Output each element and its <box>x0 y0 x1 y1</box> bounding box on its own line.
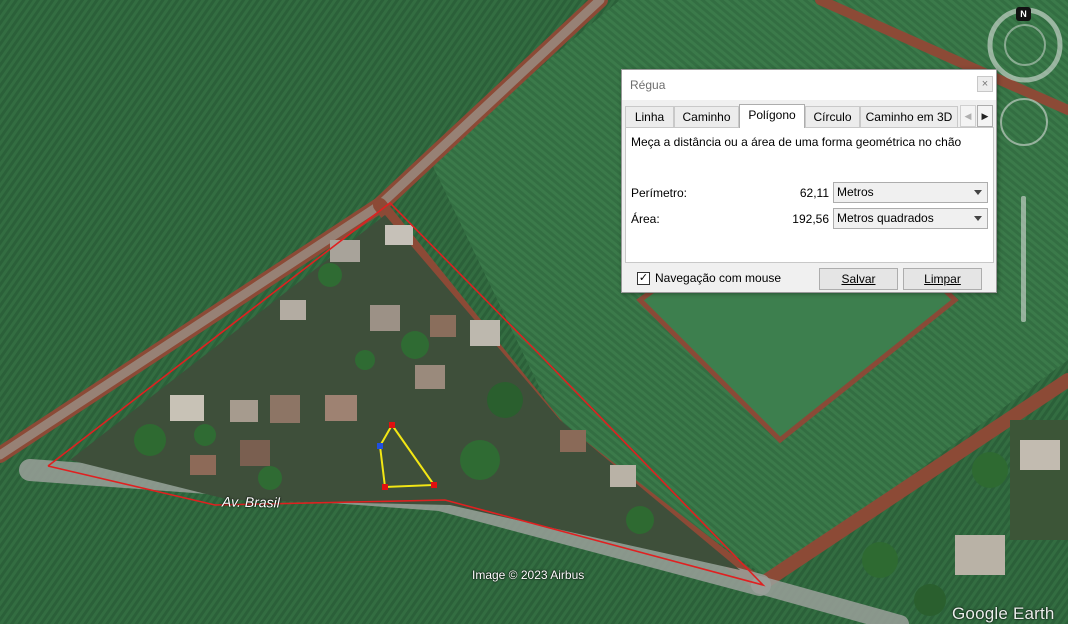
compass-north-indicator[interactable]: N <box>1016 7 1031 21</box>
dialog-title: Régua <box>630 78 666 92</box>
mouse-navigation-label: Navegação com mouse <box>655 271 782 285</box>
google-earth-logo: Google Earth <box>952 604 1055 623</box>
imagery-attribution: Image © 2023 Airbus <box>472 568 585 582</box>
area-value: 192,56 <box>792 212 829 226</box>
area-unit-select[interactable]: Metros quadrados <box>833 208 988 229</box>
close-button[interactable]: × <box>977 76 993 92</box>
polygon-panel: Meça a distância ou a área de uma forma … <box>625 127 994 263</box>
perimeter-value: 62,11 <box>799 186 829 200</box>
mouse-navigation-checkbox[interactable]: ✓ <box>637 271 650 285</box>
perimeter-unit-value: Metros <box>837 185 874 199</box>
tab-circulo[interactable]: Círculo <box>805 106 860 127</box>
clear-button[interactable]: Limpar <box>903 268 982 290</box>
tab-linha[interactable]: Linha <box>625 106 674 127</box>
street-label: Av. Brasil <box>221 493 280 511</box>
tab-caminho[interactable]: Caminho <box>674 106 739 127</box>
tab-poligono[interactable]: Polígono <box>739 104 805 128</box>
save-button[interactable]: Salvar <box>819 268 898 290</box>
mouse-navigation-option[interactable]: ✓ Navegação com mouse <box>637 271 781 285</box>
polygon-vertex[interactable] <box>389 422 395 428</box>
look-joystick-icon[interactable] <box>1000 98 1048 146</box>
polygon-vertex[interactable] <box>382 484 388 490</box>
zoom-slider[interactable] <box>1021 196 1026 322</box>
chevron-down-icon <box>974 216 982 221</box>
polygon-vertex[interactable] <box>431 482 437 488</box>
polygon-vertex[interactable] <box>377 443 383 449</box>
tab-caminho-3d[interactable]: Caminho em 3D <box>860 106 958 127</box>
tab-scroll-left-icon[interactable]: ◀ <box>960 105 976 127</box>
ruler-dialog: Régua × Linha Caminho Polígono Círculo C… <box>621 69 997 293</box>
chevron-down-icon <box>974 190 982 195</box>
tab-scroll-right-icon[interactable]: ▶ <box>977 105 993 127</box>
dialog-titlebar[interactable]: Régua × <box>622 70 996 100</box>
perimeter-unit-select[interactable]: Metros <box>833 182 988 203</box>
perimeter-label: Perímetro: <box>631 186 688 200</box>
tool-description: Meça a distância ou a área de uma forma … <box>631 135 962 149</box>
area-label: Área: <box>631 212 660 226</box>
clear-button-label: Limpar <box>924 272 961 286</box>
save-button-label: Salvar <box>841 272 876 286</box>
area-unit-value: Metros quadrados <box>837 211 934 225</box>
